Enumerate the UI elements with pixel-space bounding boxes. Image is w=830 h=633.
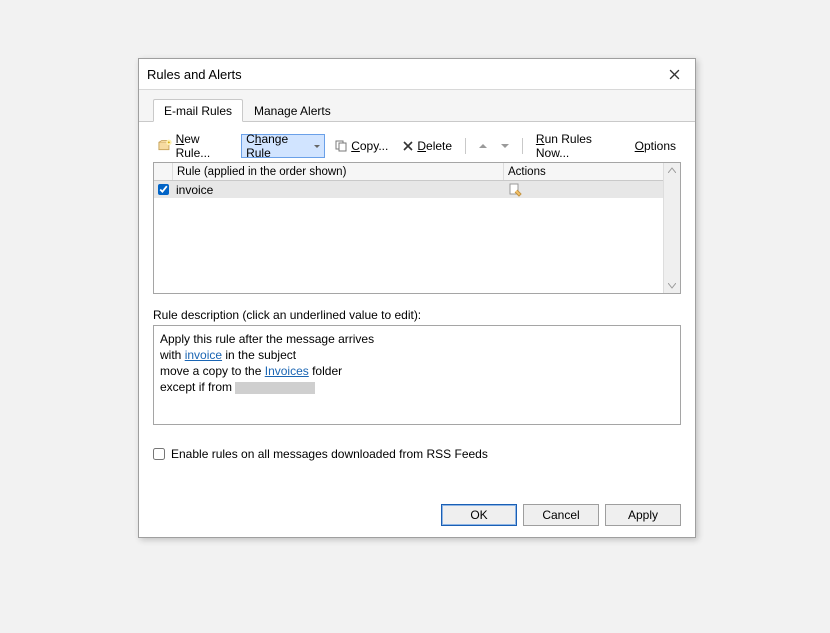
move-down-button[interactable] [496, 134, 514, 158]
move-to-folder-icon [508, 183, 522, 197]
column-header-actions[interactable]: Actions [504, 163, 663, 180]
desc-line-4: except if from [160, 379, 674, 395]
copy-icon [334, 139, 348, 153]
toolbar: ✦ New Rule... Change Rule Copy... Delete [153, 132, 681, 162]
titlebar: Rules and Alerts [139, 59, 695, 89]
move-up-button[interactable] [474, 134, 492, 158]
dialog-footer: OK Cancel Apply [139, 493, 695, 537]
desc-line-1: Apply this rule after the message arrive… [160, 331, 674, 347]
rss-rules-checkbox[interactable] [153, 448, 165, 460]
column-header-enabled[interactable] [154, 163, 173, 180]
exception-from-value[interactable] [235, 382, 315, 394]
scroll-up-icon [664, 163, 680, 177]
rule-row[interactable]: invoice [154, 181, 663, 198]
toolbar-separator [522, 138, 523, 154]
rule-enabled-checkbox[interactable] [158, 184, 169, 195]
action-link-folder[interactable]: Invoices [265, 364, 309, 378]
apply-button[interactable]: Apply [605, 504, 681, 526]
email-rules-panel: ✦ New Rule... Change Rule Copy... Delete [139, 122, 695, 461]
rule-description-label: Rule description (click an underlined va… [153, 308, 681, 322]
delete-label: Delete [417, 139, 452, 153]
rss-rules-label: Enable rules on all messages downloaded … [171, 447, 488, 461]
rss-rules-checkbox-row[interactable]: Enable rules on all messages downloaded … [153, 447, 681, 461]
new-rule-button[interactable]: ✦ New Rule... [153, 134, 237, 158]
options-label: Options [635, 139, 676, 153]
close-button[interactable] [661, 64, 687, 84]
delete-icon [402, 140, 414, 152]
cancel-button[interactable]: Cancel [523, 504, 599, 526]
ok-button[interactable]: OK [441, 504, 517, 526]
rule-name-cell: invoice [172, 183, 504, 197]
scroll-down-icon [664, 279, 680, 293]
triangle-down-icon [501, 144, 509, 152]
options-button[interactable]: Options [630, 134, 681, 158]
rules-and-alerts-dialog: Rules and Alerts E-mail Rules Manage Ale… [138, 58, 696, 538]
rules-scrollbar[interactable] [663, 163, 680, 293]
desc-line-3: move a copy to the Invoices folder [160, 363, 674, 379]
tab-strip: E-mail Rules Manage Alerts [139, 89, 695, 122]
svg-text:✦: ✦ [167, 140, 171, 145]
close-icon [669, 69, 680, 80]
delete-button[interactable]: Delete [397, 134, 457, 158]
change-rule-button[interactable]: Change Rule [241, 134, 325, 158]
tab-email-rules[interactable]: E-mail Rules [153, 99, 243, 122]
rule-description-box: Apply this rule after the message arrive… [153, 325, 681, 425]
rule-actions-cell [504, 183, 663, 197]
window-title: Rules and Alerts [147, 67, 242, 82]
change-rule-label: Change Rule [246, 132, 309, 160]
triangle-up-icon [479, 140, 487, 148]
condition-link-subject-word[interactable]: invoice [185, 348, 222, 362]
new-rule-icon: ✦ [158, 139, 173, 153]
rules-list-header: Rule (applied in the order shown) Action… [154, 163, 663, 181]
tab-manage-alerts[interactable]: Manage Alerts [243, 99, 342, 122]
run-rules-now-label: Run Rules Now... [536, 132, 621, 160]
rules-list: Rule (applied in the order shown) Action… [153, 162, 681, 294]
copy-button[interactable]: Copy... [329, 134, 393, 158]
dropdown-caret-icon [314, 145, 320, 151]
run-rules-now-button[interactable]: Run Rules Now... [531, 134, 626, 158]
copy-label: Copy... [351, 139, 388, 153]
desc-line-2: with invoice in the subject [160, 347, 674, 363]
new-rule-label: New Rule... [176, 132, 233, 160]
toolbar-separator [465, 138, 466, 154]
column-header-rule[interactable]: Rule (applied in the order shown) [173, 163, 504, 180]
